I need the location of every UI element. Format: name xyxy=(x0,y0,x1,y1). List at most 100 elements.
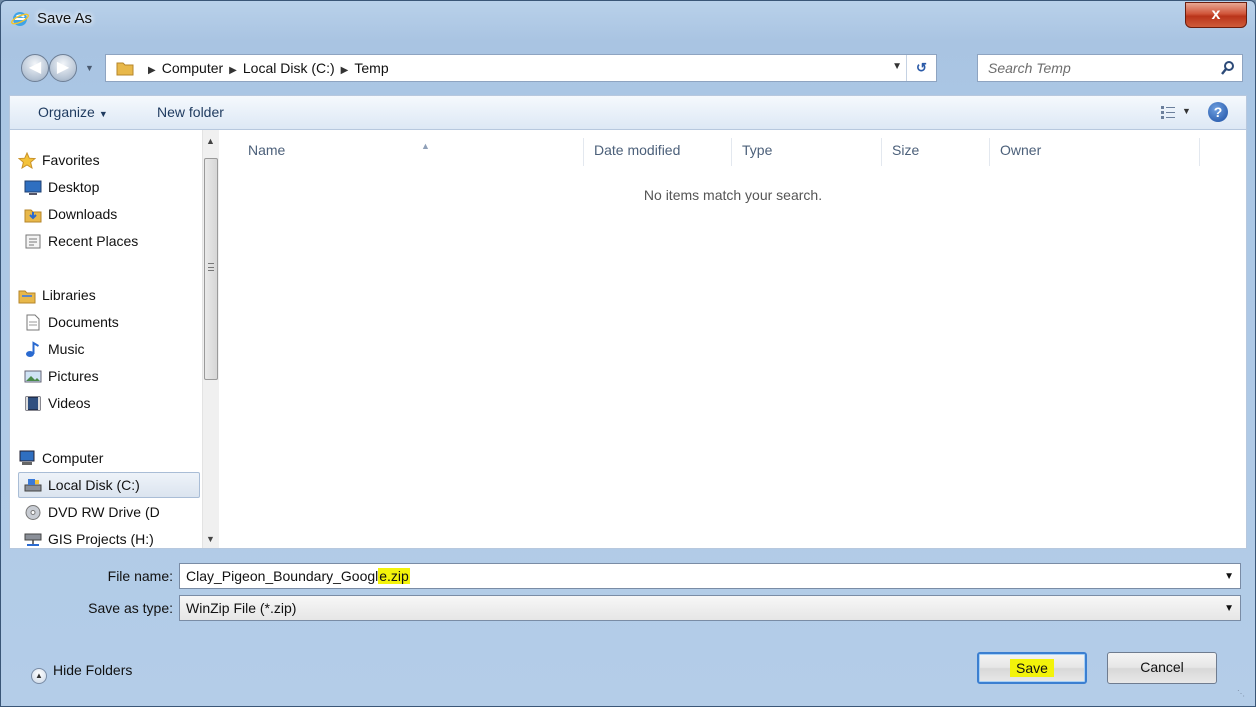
save-button[interactable]: Save xyxy=(977,652,1087,684)
column-label: Name xyxy=(248,142,286,158)
column-header-owner[interactable]: Owner xyxy=(990,138,1200,166)
document-icon xyxy=(26,314,40,331)
network-drive-icon xyxy=(24,533,42,546)
scroll-down-icon[interactable]: ▼ xyxy=(206,534,215,544)
chevron-right-icon: ▶ xyxy=(340,65,349,76)
view-options-dropdown-icon[interactable]: ▼ xyxy=(1182,106,1191,116)
desktop-icon xyxy=(24,180,42,195)
column-label: Owner xyxy=(1000,142,1042,158)
save-as-dialog: Save As x ◀ ▶ ▼ ▶ Computer ▶ Local Disk (C:… xyxy=(0,0,1256,707)
nav-group-label: Favorites xyxy=(42,152,100,168)
computer-icon xyxy=(19,450,35,465)
search-input[interactable] xyxy=(988,59,1198,77)
column-label: Date modified xyxy=(594,142,681,158)
sort-ascending-icon: ▲ xyxy=(421,141,430,151)
sidebar-item-label: Pictures xyxy=(48,368,99,384)
address-bar[interactable]: ▶ Computer ▶ Local Disk (C:) ▶ Temp ▼ ↺ xyxy=(105,54,937,82)
browser-panes: Favorites Desktop Downloads Recent Place… xyxy=(9,129,1247,549)
file-name-label: File name: xyxy=(107,568,173,584)
help-icon[interactable]: ? xyxy=(1208,102,1228,122)
forward-button[interactable]: ▶ xyxy=(49,54,77,82)
column-header-date-modified[interactable]: Date modified xyxy=(584,138,732,166)
refresh-button[interactable]: ↺ xyxy=(906,55,936,81)
chevron-down-icon: ▼ xyxy=(98,109,108,119)
star-icon xyxy=(18,152,36,169)
breadcrumb-local-disk[interactable]: Local Disk (C:) xyxy=(243,60,335,76)
sidebar-item-label: Local Disk (C:) xyxy=(48,477,140,493)
window-title: Save As xyxy=(37,10,93,27)
sidebar-item-gis-projects[interactable]: GIS Projects (H:) xyxy=(10,527,202,548)
recent-locations-dropdown[interactable]: ▼ xyxy=(85,63,94,73)
chevron-right-icon: ▶ xyxy=(148,65,156,76)
nav-group-computer[interactable]: Computer xyxy=(10,446,202,472)
dialog-footer: ▲ Hide Folders Save Cancel ⋱ xyxy=(1,637,1255,707)
sidebar-item-label: DVD RW Drive (D xyxy=(48,504,160,520)
save-as-type-select[interactable]: WinZip File (*.zip) ▼ xyxy=(179,595,1241,621)
save-label: Save xyxy=(1010,659,1054,677)
grip-icon xyxy=(208,263,214,271)
sidebar-item-recent-places[interactable]: Recent Places xyxy=(10,229,202,255)
column-header-type[interactable]: Type xyxy=(732,138,882,166)
sidebar-item-music[interactable]: Music xyxy=(10,337,202,363)
organize-button[interactable]: Organize ▼ xyxy=(38,104,108,120)
sidebar-item-local-disk[interactable]: Local Disk (C:) xyxy=(18,472,200,498)
nav-group-label: Computer xyxy=(42,450,104,466)
chevron-right-icon: ▶ xyxy=(229,65,237,76)
nav-group-libraries[interactable]: Libraries xyxy=(10,283,202,309)
videos-icon xyxy=(25,396,41,411)
save-as-type-label: Save as type: xyxy=(88,600,173,616)
music-icon xyxy=(26,341,40,357)
new-folder-button[interactable]: New folder xyxy=(157,104,224,120)
organize-label: Organize xyxy=(38,104,95,120)
sidebar-item-label: Downloads xyxy=(48,206,118,222)
column-header-name[interactable]: Name ▲ xyxy=(238,138,584,166)
column-label: Size xyxy=(892,142,920,158)
file-name-text: Clay_Pigeon_Boundary_Googl xyxy=(186,568,379,584)
drive-icon xyxy=(24,479,42,492)
back-button[interactable]: ◀ xyxy=(21,54,49,82)
dvd-icon xyxy=(25,505,41,520)
file-name-value: Clay_Pigeon_Boundary_Google.zip xyxy=(186,568,410,584)
address-dropdown-icon[interactable]: ▼ xyxy=(892,61,902,72)
breadcrumb: ▶ Computer ▶ Local Disk (C:) ▶ Temp xyxy=(142,60,389,76)
search-box[interactable] xyxy=(977,54,1243,82)
sidebar-item-pictures[interactable]: Pictures xyxy=(10,364,202,390)
downloads-icon xyxy=(24,209,42,223)
scrollbar-thumb[interactable] xyxy=(204,158,218,380)
sidebar-item-label: Music xyxy=(48,341,85,357)
close-button[interactable]: x xyxy=(1185,2,1247,28)
save-as-type-value: WinZip File (*.zip) xyxy=(186,600,297,616)
search-icon[interactable] xyxy=(1220,60,1236,76)
file-list-pane[interactable]: Name ▲ Date modified Type Size Owner No … xyxy=(220,130,1246,548)
sidebar-item-label: GIS Projects (H:) xyxy=(48,531,154,547)
navigation-scrollbar[interactable]: ▲ ▼ xyxy=(202,130,219,548)
command-toolbar: Organize ▼ New folder ▼ ? xyxy=(9,95,1247,129)
scroll-up-icon[interactable]: ▲ xyxy=(206,136,215,146)
sidebar-item-downloads[interactable]: Downloads xyxy=(10,202,202,228)
file-extension-highlight: e.zip xyxy=(378,568,410,584)
navigation-pane: Favorites Desktop Downloads Recent Place… xyxy=(10,130,220,548)
nav-group-label: Libraries xyxy=(42,287,96,303)
sidebar-item-videos[interactable]: Videos xyxy=(10,391,202,417)
cancel-button[interactable]: Cancel xyxy=(1107,652,1217,684)
nav-group-favorites[interactable]: Favorites xyxy=(10,148,202,174)
breadcrumb-computer[interactable]: Computer xyxy=(162,60,223,76)
breadcrumb-temp[interactable]: Temp xyxy=(354,60,388,76)
address-row: ◀ ▶ ▼ ▶ Computer ▶ Local Disk (C:) ▶ Temp ▼ ↺ xyxy=(1,47,1255,87)
chevron-down-icon[interactable]: ▼ xyxy=(1224,571,1234,582)
pictures-icon xyxy=(24,370,42,383)
sidebar-item-dvd-drive[interactable]: DVD RW Drive (D xyxy=(10,500,202,526)
recent-places-icon xyxy=(25,234,41,249)
hide-folders-button[interactable]: ▲ Hide Folders xyxy=(31,662,132,684)
internet-explorer-icon xyxy=(11,12,29,26)
hide-folders-label: Hide Folders xyxy=(53,662,133,678)
resize-grip-icon[interactable]: ⋱ xyxy=(1237,689,1249,701)
sidebar-item-label: Videos xyxy=(48,395,91,411)
libraries-icon xyxy=(18,290,36,304)
file-name-input[interactable]: Clay_Pigeon_Boundary_Google.zip ▼ xyxy=(179,563,1241,589)
change-view-icon[interactable] xyxy=(1160,105,1176,119)
column-header-size[interactable]: Size xyxy=(882,138,990,166)
sidebar-item-documents[interactable]: Documents xyxy=(10,310,202,336)
sidebar-item-desktop[interactable]: Desktop xyxy=(10,175,202,201)
chevron-down-icon[interactable]: ▼ xyxy=(1224,603,1234,614)
